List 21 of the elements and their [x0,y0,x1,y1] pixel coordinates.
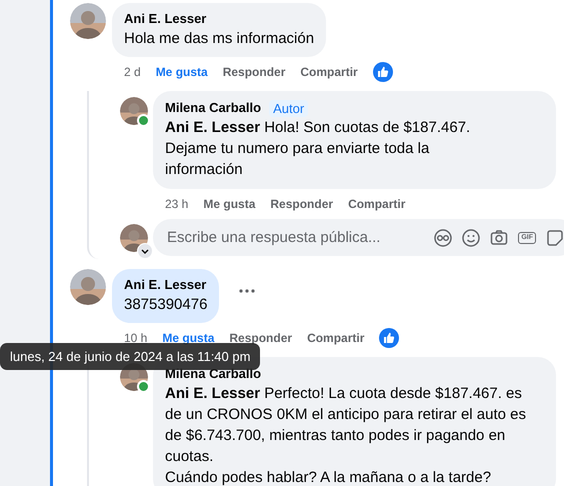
reply-link[interactable]: Responder [222,65,286,79]
author-name[interactable]: Milena Carballo [165,99,262,117]
reply-text: Ani E. Lesser Hola! Son cuotas de $187.467. Dejame tu numero para enviarte toda la información [165,118,472,180]
timestamp[interactable]: 2 d [124,65,141,79]
author-name[interactable]: Ani E. Lesser [124,10,206,28]
reply-link[interactable]: Responder [270,197,334,211]
reply-link[interactable]: Responder [229,331,292,345]
comment-text: Hola me das ms información [124,29,314,49]
share-link[interactable]: Compartir [300,65,358,79]
date-tooltip: lunes, 24 de junio de 2024 a las 11:40 pm [0,343,260,370]
timestamp[interactable]: 10 h [124,331,148,345]
author-name[interactable]: Ani E. Lesser [124,276,206,294]
author-badge: Autor [269,100,308,116]
share-link[interactable]: Compartir [307,331,364,345]
like-link[interactable]: Me gusta [162,331,214,345]
reply-text: Ani E. Lesser Perfecto! La cuota desde $187.467. es de un CRONOS 0KM el anticipo para retirar el auto es de $6.743.700, mientras tanto podes ir pagando en cuotas. Cuándo podes hablar? A la mañana o a la tarde? [165,384,528,486]
like-link[interactable]: Me gusta [203,197,256,211]
share-link[interactable]: Compartir [348,197,406,211]
comment-text: 3875390476 [124,295,208,315]
like-link[interactable]: Me gusta [156,65,208,79]
timestamp[interactable]: 23 h [165,197,188,211]
